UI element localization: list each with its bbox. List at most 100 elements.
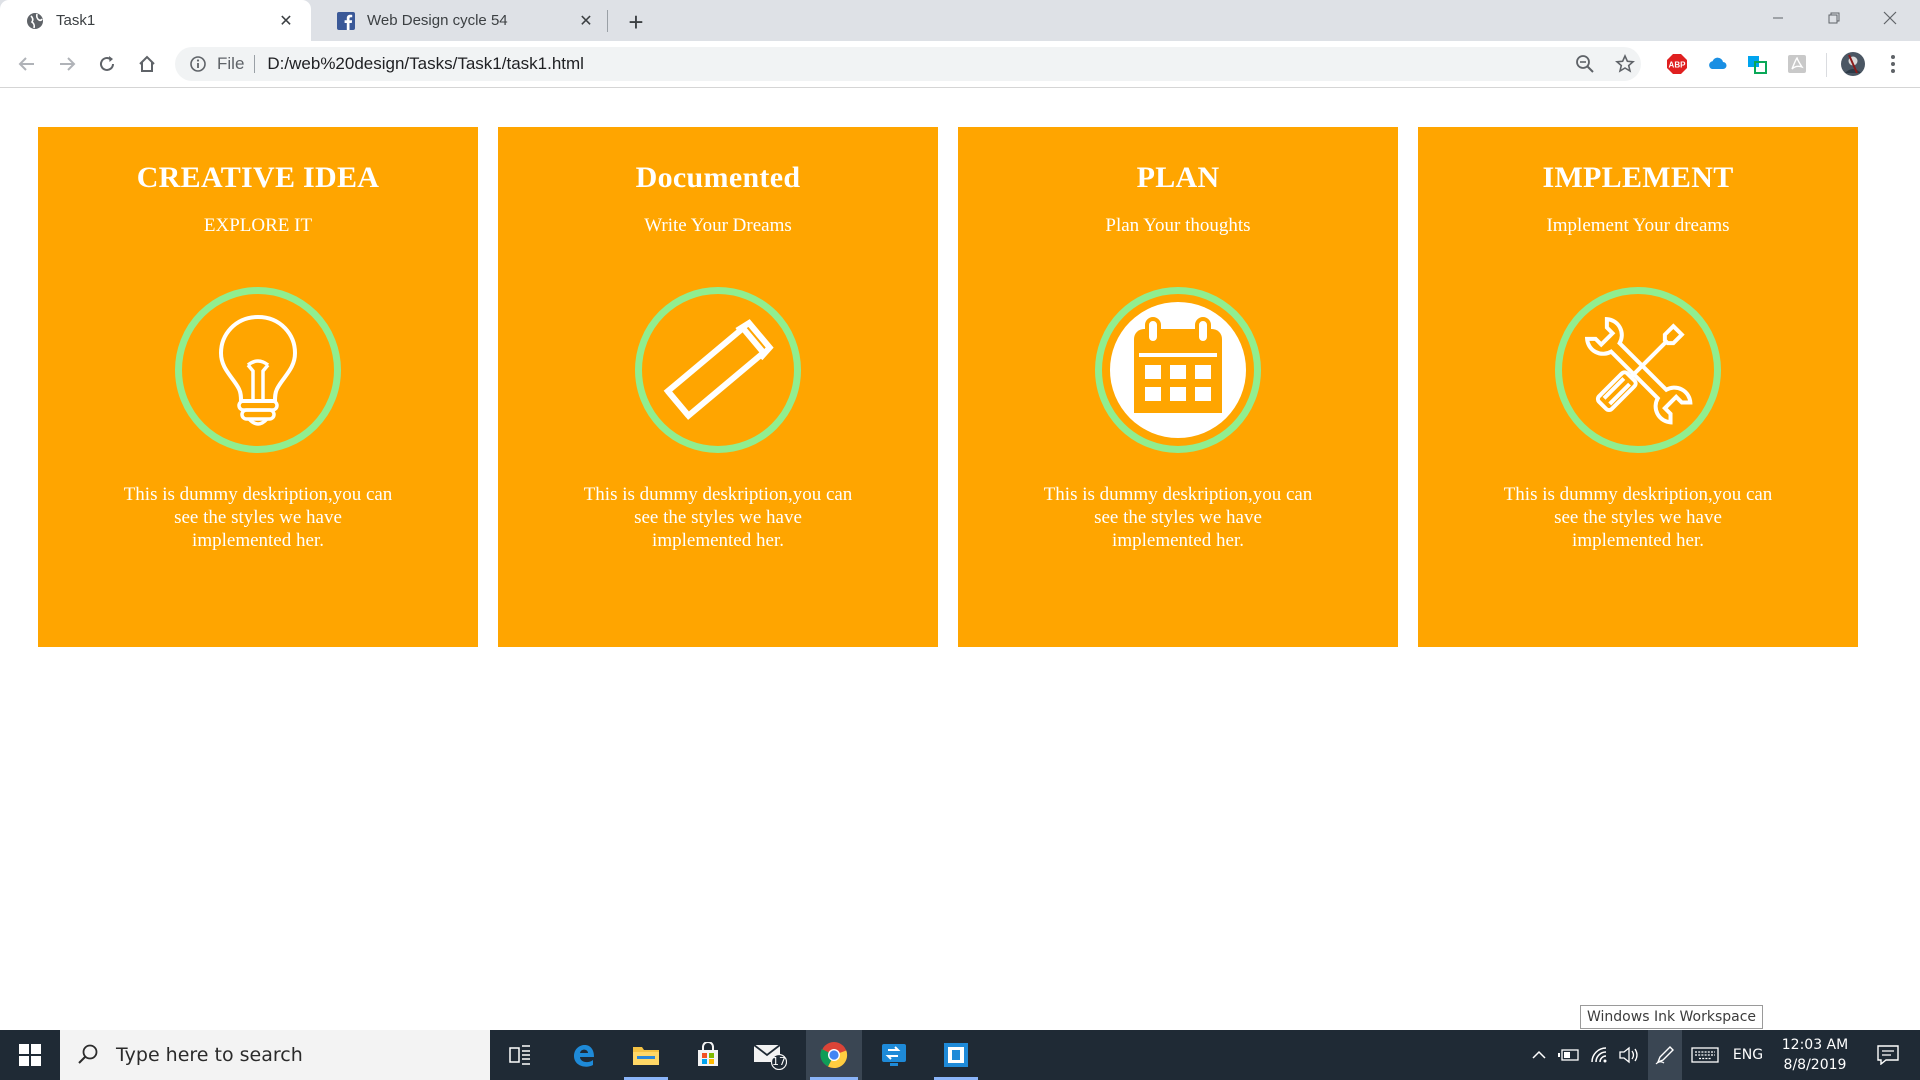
remote-desktop-icon bbox=[882, 1044, 906, 1066]
pen-icon bbox=[1655, 1046, 1674, 1065]
card-title: PLAN bbox=[1136, 161, 1220, 194]
card-subtitle: Plan Your thoughts bbox=[1105, 215, 1251, 236]
card-implement: IMPLEMENT Implement Your dreams This is … bbox=[1418, 127, 1858, 647]
store-app[interactable] bbox=[682, 1030, 734, 1080]
card-description: This is dummy deskription,you can see th… bbox=[123, 484, 393, 551]
icon-ring bbox=[1095, 287, 1261, 453]
toolbar-divider bbox=[1826, 53, 1827, 77]
mail-badge: 17 bbox=[772, 1055, 786, 1068]
language-indicator[interactable]: ENG bbox=[1728, 1030, 1768, 1080]
url-divider bbox=[254, 55, 256, 73]
tab-strip: Task1 ✕ Web Design cycle 54 ✕ + bbox=[0, 0, 1920, 41]
store-bag-icon bbox=[698, 1042, 718, 1066]
globe-icon bbox=[26, 12, 44, 30]
tab-title: Web Design cycle 54 bbox=[367, 12, 508, 29]
card-title: Documented bbox=[635, 161, 801, 194]
restore-button[interactable] bbox=[1806, 0, 1862, 36]
task-view-button[interactable] bbox=[494, 1030, 546, 1080]
icon-ring bbox=[635, 287, 801, 453]
card-description: This is dummy deskription,you can see th… bbox=[1503, 484, 1773, 551]
close-window-button[interactable] bbox=[1862, 0, 1918, 36]
back-button[interactable] bbox=[13, 50, 41, 78]
arrow-right-icon bbox=[60, 57, 76, 71]
adblock-icon[interactable]: ABP bbox=[1664, 51, 1690, 77]
new-tab-button[interactable]: + bbox=[622, 7, 650, 37]
clock[interactable]: 12:03 AM 8/8/2019 bbox=[1770, 1035, 1860, 1075]
search-icon bbox=[78, 1044, 98, 1064]
card-creative-idea: CREATIVE IDEA EXPLORE IT This is dummy d… bbox=[38, 127, 478, 647]
pencil-icon bbox=[663, 319, 774, 420]
calendar-icon bbox=[1110, 302, 1246, 438]
cloud-icon[interactable] bbox=[1704, 51, 1730, 77]
volume-icon[interactable] bbox=[1616, 1030, 1642, 1080]
card-description: This is dummy deskription,you can see th… bbox=[583, 484, 853, 551]
show-hidden-icons-chevron[interactable] bbox=[1528, 1030, 1550, 1080]
bookmark-star-icon[interactable] bbox=[1611, 47, 1639, 81]
chrome-icon bbox=[820, 1042, 848, 1069]
lightbulb-icon bbox=[218, 314, 298, 426]
wifi-icon[interactable] bbox=[1588, 1030, 1614, 1080]
profile-avatar[interactable] bbox=[1840, 51, 1866, 77]
card-subtitle: Implement Your dreams bbox=[1546, 215, 1730, 236]
menu-icon[interactable] bbox=[1880, 51, 1906, 77]
svg-text:ABP: ABP bbox=[1669, 61, 1687, 70]
card-subtitle: Write Your Dreams bbox=[644, 215, 792, 236]
close-tab-icon[interactable]: ✕ bbox=[575, 10, 597, 32]
forward-button[interactable] bbox=[53, 50, 81, 78]
card-title: IMPLEMENT bbox=[1542, 161, 1734, 194]
snip-icon bbox=[944, 1043, 968, 1067]
reload-icon bbox=[100, 56, 114, 71]
tab-task1[interactable]: Task1 ✕ bbox=[0, 0, 311, 41]
notification-icon bbox=[1877, 1045, 1899, 1065]
reload-button[interactable] bbox=[93, 50, 121, 78]
card-title: CREATIVE IDEA bbox=[136, 161, 380, 194]
pdf-icon[interactable] bbox=[1784, 51, 1810, 77]
icon-ring bbox=[175, 287, 341, 453]
arrow-left-icon bbox=[18, 57, 34, 71]
search-placeholder: Type here to search bbox=[116, 1044, 303, 1066]
translate-icon[interactable] bbox=[1744, 51, 1770, 77]
chrome-app[interactable] bbox=[806, 1030, 862, 1080]
close-tab-icon[interactable]: ✕ bbox=[275, 10, 297, 32]
edge-app[interactable] bbox=[558, 1030, 610, 1080]
taskbar-search-box[interactable]: Type here to search bbox=[60, 1030, 490, 1080]
url-text[interactable]: D:/web%20design/Tasks/Task1/task1.html bbox=[267, 54, 584, 74]
battery-icon[interactable] bbox=[1556, 1030, 1582, 1080]
windows-logo-icon bbox=[19, 1044, 41, 1066]
browser-toolbar: File D:/web%20design/Tasks/Task1/task1.h… bbox=[0, 41, 1920, 88]
ink-workspace-tooltip: Windows Ink Workspace bbox=[1580, 1005, 1764, 1029]
card-plan: PLAN Plan Your thoughts This is dummy de… bbox=[958, 127, 1398, 647]
tab-web-design[interactable]: Web Design cycle 54 ✕ bbox=[311, 0, 611, 41]
address-bar[interactable]: File D:/web%20design/Tasks/Task1/task1.h… bbox=[175, 47, 1641, 81]
card-subtitle: EXPLORE IT bbox=[203, 215, 313, 236]
action-center-button[interactable] bbox=[1864, 1030, 1912, 1080]
taskbar: Type here to search 17 ENG 12:03 AM 8/8/… bbox=[0, 1030, 1920, 1080]
edge-icon bbox=[574, 1045, 594, 1067]
tools-icon bbox=[1584, 316, 1693, 425]
info-icon[interactable] bbox=[189, 55, 207, 73]
home-button[interactable] bbox=[133, 50, 161, 78]
tab-title: Task1 bbox=[56, 12, 96, 29]
tab-divider bbox=[607, 10, 608, 32]
folder-icon bbox=[633, 1047, 659, 1065]
page-content: CREATIVE IDEA EXPLORE IT This is dummy d… bbox=[0, 89, 1920, 1029]
clock-time: 12:03 AM bbox=[1781, 1037, 1849, 1053]
minimize-button[interactable] bbox=[1750, 0, 1806, 36]
start-button[interactable] bbox=[0, 1030, 60, 1080]
quick-assist-app[interactable] bbox=[868, 1030, 920, 1080]
card-description: This is dummy deskription,you can see th… bbox=[1043, 484, 1313, 551]
clock-date: 8/8/2019 bbox=[1783, 1057, 1847, 1073]
snip-app[interactable] bbox=[930, 1030, 982, 1080]
task-view-icon bbox=[509, 1045, 530, 1065]
keyboard-icon bbox=[1691, 1047, 1719, 1063]
facebook-icon bbox=[337, 11, 355, 30]
zoom-icon[interactable] bbox=[1571, 47, 1599, 81]
ink-workspace-button[interactable] bbox=[1648, 1030, 1682, 1080]
mail-app[interactable]: 17 bbox=[744, 1030, 796, 1080]
file-explorer-app[interactable] bbox=[620, 1030, 672, 1080]
touch-keyboard-button[interactable] bbox=[1688, 1030, 1722, 1080]
icon-ring bbox=[1555, 287, 1721, 453]
url-scheme-label: File bbox=[217, 54, 245, 73]
chevron-up-icon bbox=[1532, 1050, 1546, 1059]
card-documented: Documented Write Your Dreams This is dum… bbox=[498, 127, 938, 647]
